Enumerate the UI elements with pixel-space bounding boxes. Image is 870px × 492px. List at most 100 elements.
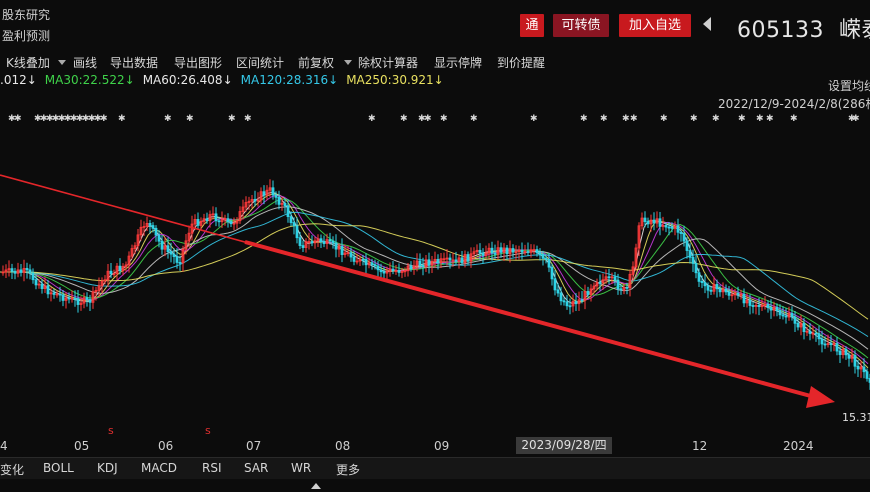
candle-body [253,199,257,202]
tong-button[interactable]: 通 [520,14,544,37]
candle-body [460,257,464,263]
candle-body [466,254,470,262]
candle-body [61,294,65,301]
candle-body [418,260,422,266]
ma-legend-item: MA120:28.316↓ [240,73,339,87]
candle-body [505,247,509,254]
kline-overlay-menu[interactable]: K线叠加 [6,54,50,71]
candle-body [778,309,782,316]
moving-average-line [0,193,869,369]
candle-body [73,297,77,300]
candle-body [409,265,413,269]
export-image-button[interactable]: 导出图形 [174,54,222,71]
candle-body [76,298,80,305]
tab-macd[interactable]: MACD [141,461,177,475]
candle-body [328,239,332,242]
candle-body [817,333,821,340]
tab-boll[interactable]: BOLL [43,461,74,475]
candle-body [790,313,794,318]
ma-legend-item: MA30:22.522↓ [44,73,135,87]
ex-rights-calculator-button[interactable]: 除权计算器 [358,54,418,71]
candle-body [166,245,170,253]
candle-body [682,233,686,242]
candle-body [493,252,497,255]
candle-body [652,219,656,224]
candle-body [427,259,431,266]
event-marker-icon: ✱ [660,114,668,124]
dividend-marker-icon: s [205,424,211,436]
candle-body [292,222,296,227]
stock-title: 605133 嵘泰 [737,12,870,44]
candle-body [757,304,761,308]
candle-body [697,272,701,282]
candle-body [58,293,62,296]
export-data-button[interactable]: 导出数据 [110,54,158,71]
candle-body [700,280,704,284]
kline-chart[interactable]: ✱✱ ✱✱✱✱✱✱✱✱✱✱✱✱ ✱ ✱ ✱ ✱ ✱ ✱ ✱ ✱✱ ✱ ✱ ✱ ✱ ✱ ✱ ✱ ✱ ✱ ✱ ✱ ✱ ✱ ✱ ✱✱s… [0,108,870,436]
x-axis-label: 05 [74,439,90,453]
event-marker-icon: ✱ [400,114,408,124]
ma-settings-link[interactable]: 设置均线 [828,77,870,94]
candle-body [157,234,161,242]
event-marker-icon: ✱ [712,114,720,124]
tab-change[interactable]: 变化 [0,461,24,478]
candle-body [376,265,380,271]
candle-body [151,225,155,229]
candle-body [769,307,773,311]
tab-wr[interactable]: WR [291,461,311,475]
candle-body [838,350,842,355]
event-marker-icon: ✱ [470,114,478,124]
draw-line-button[interactable]: 画线 [73,54,97,71]
price-alert-button[interactable]: 到价提醒 [497,54,545,71]
candle-body [28,269,32,274]
event-marker-icon: ✱ [852,114,860,124]
range-stats-button[interactable]: 区间统计 [236,54,284,71]
candle-body [391,268,395,271]
candle-body [736,293,740,296]
show-suspension-button[interactable]: 显示停牌 [434,54,482,71]
candle-body [625,286,629,289]
x-axis-label: 06 [158,439,174,453]
tab-sar[interactable]: SAR [244,461,268,475]
tab-kdj[interactable]: KDJ [97,461,118,475]
candle-body [829,343,833,346]
ma-legend-item: MA250:30.921↓ [346,73,444,87]
candle-body [19,269,23,273]
candle-body [175,256,179,263]
event-marker-icon: ✱ [630,114,638,124]
event-marker-icon: ✱ [580,114,588,124]
moving-average-lines [0,191,869,374]
candle-body [286,205,290,218]
candle-body [598,281,602,284]
candle-body [421,265,425,268]
x-axis-label: 09 [434,439,450,453]
candle-body [541,254,545,259]
candle-body [691,256,695,264]
x-axis-label: 08 [335,439,351,453]
candle-body [10,268,14,272]
shareholder-research-link[interactable]: 股东研究 [2,6,50,23]
event-marker-icon: ✱ [622,114,630,124]
candle-body [775,306,779,311]
candle-body [13,270,17,274]
candle-body [370,262,374,266]
previous-stock-icon[interactable] [703,17,711,31]
candle-body [796,322,800,328]
chevron-down-icon[interactable] [58,60,66,65]
expand-panel-icon[interactable] [311,483,321,489]
add-watchlist-button[interactable]: 加入自选 [619,14,691,37]
chevron-down-icon[interactable] [344,60,352,65]
forward-adjust-menu[interactable]: 前复权 [298,54,334,71]
candle-body [613,276,617,281]
candle-body [301,245,305,248]
candle-body [619,288,623,291]
profit-forecast-link[interactable]: 盈利预测 [2,27,50,44]
event-marker-icon: ✱ [600,114,608,124]
candle-body [727,291,731,296]
candle-body [538,252,542,255]
candle-body [715,283,719,290]
tab-rsi[interactable]: RSI [202,461,222,475]
tab-more[interactable]: 更多 [336,461,360,478]
convertible-bond-button[interactable]: 可转债 [553,14,609,37]
indicator-tabs: 变化 BOLL KDJ MACD RSI SAR WR 更多 [0,457,870,479]
